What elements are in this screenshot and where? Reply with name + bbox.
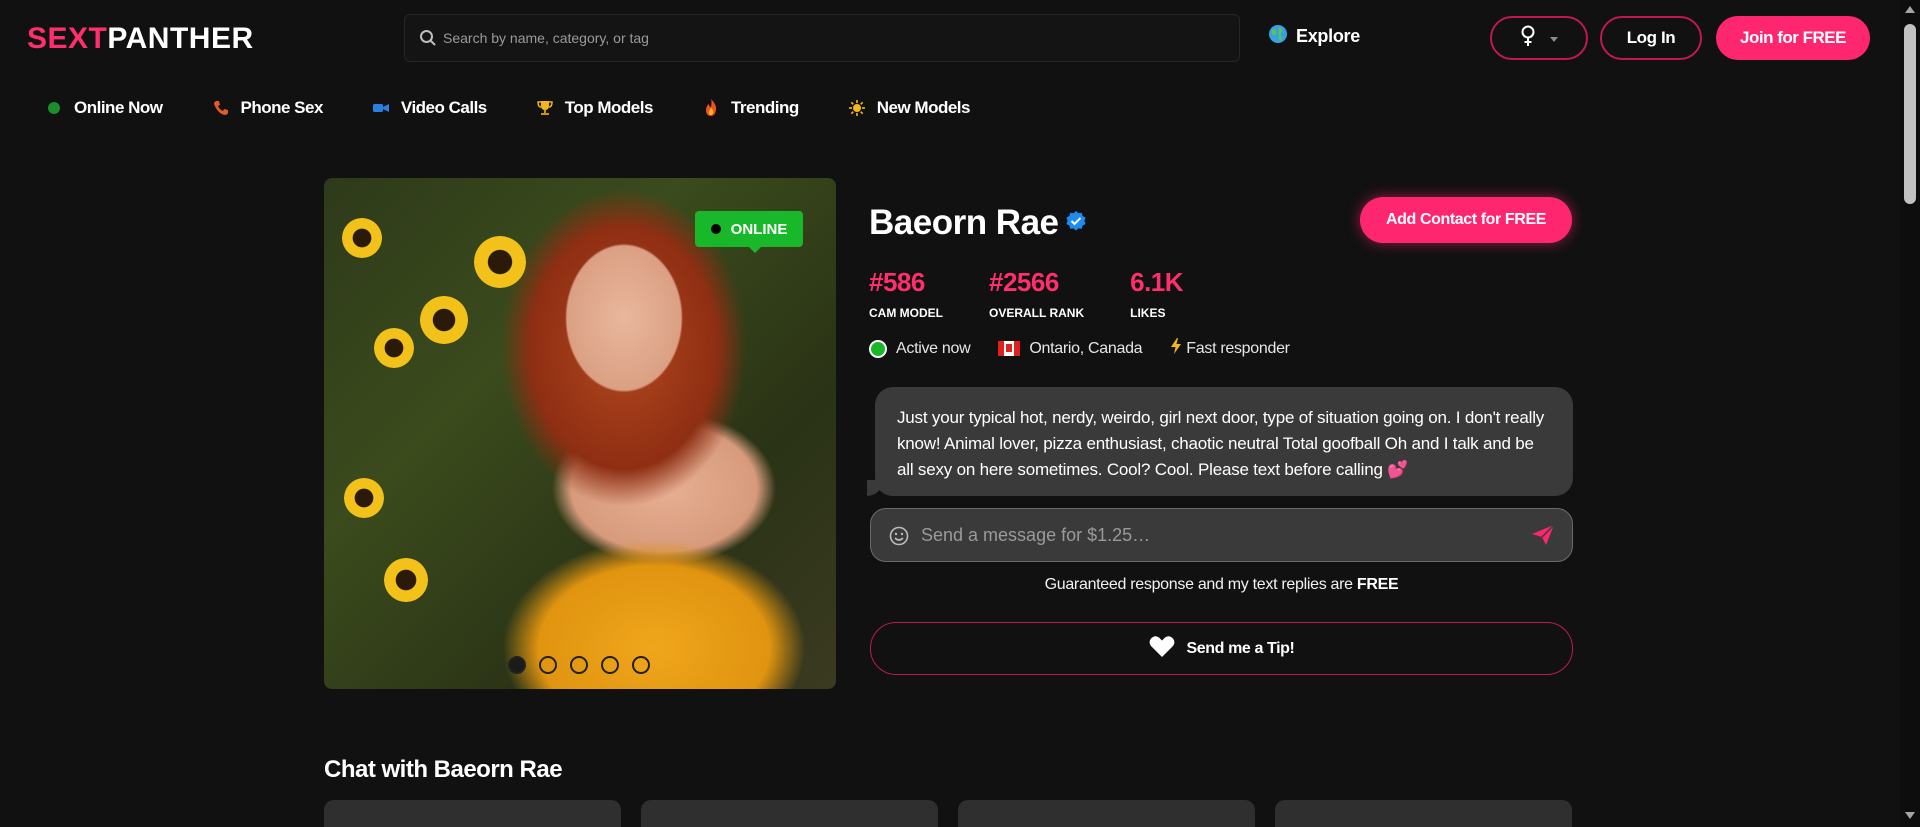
explore-link[interactable]: Explore [1268, 24, 1360, 49]
nav-item-label: Trending [730, 98, 799, 117]
heart-icon [1149, 635, 1175, 663]
sunflower-decoration [342, 218, 382, 258]
profile-meta: Active now Ontario, Canada Fast responde… [869, 338, 1318, 359]
lightning-icon [1170, 338, 1182, 359]
online-badge-label: ONLINE [730, 220, 788, 238]
send-tip-button[interactable]: Send me a Tip! [870, 622, 1573, 675]
status-dot-icon [710, 224, 721, 234]
stat-cam-model: #586 CAM MODEL [869, 267, 943, 320]
profile-name: Baeorn Rae [869, 203, 1059, 242]
nav-item-label: Top Models [564, 98, 654, 117]
active-status: Active now [869, 339, 971, 358]
fast-responder-label: Fast responder [1186, 339, 1290, 357]
login-button[interactable]: Log In [1600, 16, 1702, 60]
gender-filter-dropdown[interactable] [1490, 16, 1588, 60]
message-composer[interactable] [870, 508, 1573, 562]
logo-text-sext: SEXT [27, 22, 108, 55]
sunflower-decoration [374, 328, 414, 368]
nav-item-label: Video Calls [400, 98, 487, 117]
chat-option-card[interactable] [641, 800, 938, 827]
stat-value: #586 [869, 267, 925, 297]
nav-item-label: Online Now [74, 98, 163, 117]
chat-option-card[interactable] [324, 800, 621, 827]
guarantee-note: Guaranteed response and my text replies … [870, 576, 1573, 594]
profile-photo-carousel[interactable]: ONLINE [324, 178, 836, 689]
chat-options [324, 800, 1572, 827]
nav-item-trending[interactable]: Trending [703, 98, 799, 118]
active-dot-icon [869, 339, 887, 358]
stat-value: #2566 [989, 267, 1059, 297]
scroll-up-icon[interactable] [1905, 6, 1915, 13]
chevron-down-icon [1550, 29, 1558, 47]
guarantee-text: Guaranteed response and my text replies … [1044, 576, 1357, 593]
verified-badge-icon [1065, 210, 1087, 237]
chat-option-card[interactable] [958, 800, 1255, 827]
search-input[interactable] [443, 15, 1223, 61]
sun-icon [848, 100, 865, 116]
stat-likes: 6.1K LIKES [1130, 267, 1183, 320]
video-camera-icon [372, 100, 389, 116]
carousel-dot[interactable] [508, 656, 526, 674]
phone-icon [213, 100, 229, 116]
emoji-icon[interactable] [889, 526, 909, 551]
chat-option-card[interactable] [1275, 800, 1572, 827]
sunflower-decoration [420, 296, 468, 344]
guarantee-free: FREE [1356, 576, 1399, 593]
fire-icon [703, 99, 719, 116]
female-symbol-icon [1520, 25, 1536, 52]
active-status-label: Active now [896, 339, 971, 357]
join-button[interactable]: Join for FREE [1716, 16, 1870, 60]
header: SEXTPANTHER Explore Log In Join for FREE [0, 0, 1900, 78]
profile-stats: #586 CAM MODEL #2566 OVERALL RANK 6.1K L… [869, 267, 1229, 320]
scrollbar[interactable] [1900, 0, 1920, 827]
nav-item-label: New Models [876, 98, 971, 117]
tip-label: Send me a Tip! [1186, 639, 1295, 657]
explore-label: Explore [1296, 26, 1360, 46]
add-contact-button[interactable]: Add Contact for FREE [1360, 197, 1572, 243]
globe-icon [1268, 24, 1288, 49]
location: Ontario, Canada [998, 339, 1143, 358]
nav-item-label: Phone Sex [240, 98, 324, 117]
search-icon [419, 29, 437, 52]
carousel-indicators [508, 656, 650, 674]
logo-text-panther: PANTHER [107, 22, 254, 55]
sunflower-decoration [384, 558, 428, 602]
online-status-badge: ONLINE [695, 211, 803, 253]
bio-bubble: Just your typical hot, nerdy, weirdo, gi… [867, 387, 1573, 496]
canada-flag-icon [998, 341, 1021, 356]
stat-value: 6.1K [1130, 267, 1184, 297]
fast-responder: Fast responder [1170, 338, 1290, 359]
profile-name-row: Baeorn Rae [869, 203, 1087, 243]
nav-item-top-models[interactable]: Top Models [537, 98, 653, 118]
sunflower-decoration [474, 236, 526, 288]
stat-label: LIKES [1130, 306, 1166, 320]
location-label: Ontario, Canada [1029, 339, 1143, 357]
scroll-down-icon[interactable] [1905, 812, 1915, 819]
carousel-dot[interactable] [539, 656, 557, 674]
green-dot-icon [46, 100, 62, 116]
stat-label: CAM MODEL [869, 306, 943, 320]
sunflower-decoration [344, 478, 384, 518]
message-input[interactable] [921, 509, 1511, 561]
trophy-icon [537, 100, 553, 116]
nav-item-new-models[interactable]: New Models [848, 98, 971, 118]
nav-item-online-now[interactable]: Online Now [46, 98, 163, 118]
site-logo[interactable]: SEXTPANTHER [27, 22, 254, 56]
chat-section-title: Chat with Baeorn Rae [324, 756, 563, 783]
scrollbar-thumb[interactable] [1904, 24, 1916, 204]
nav-item-phone-sex[interactable]: Phone Sex [213, 98, 323, 118]
carousel-dot[interactable] [632, 656, 650, 674]
carousel-dot[interactable] [601, 656, 619, 674]
send-icon[interactable] [1531, 524, 1555, 551]
carousel-dot[interactable] [570, 656, 588, 674]
stat-label: OVERALL RANK [989, 306, 1085, 320]
nav-item-video-calls[interactable]: Video Calls [372, 98, 487, 118]
category-nav: Online Now Phone Sex Video Calls Top Mod… [46, 96, 1020, 120]
search-bar[interactable] [404, 14, 1240, 62]
stat-overall-rank: #2566 OVERALL RANK [989, 267, 1084, 320]
